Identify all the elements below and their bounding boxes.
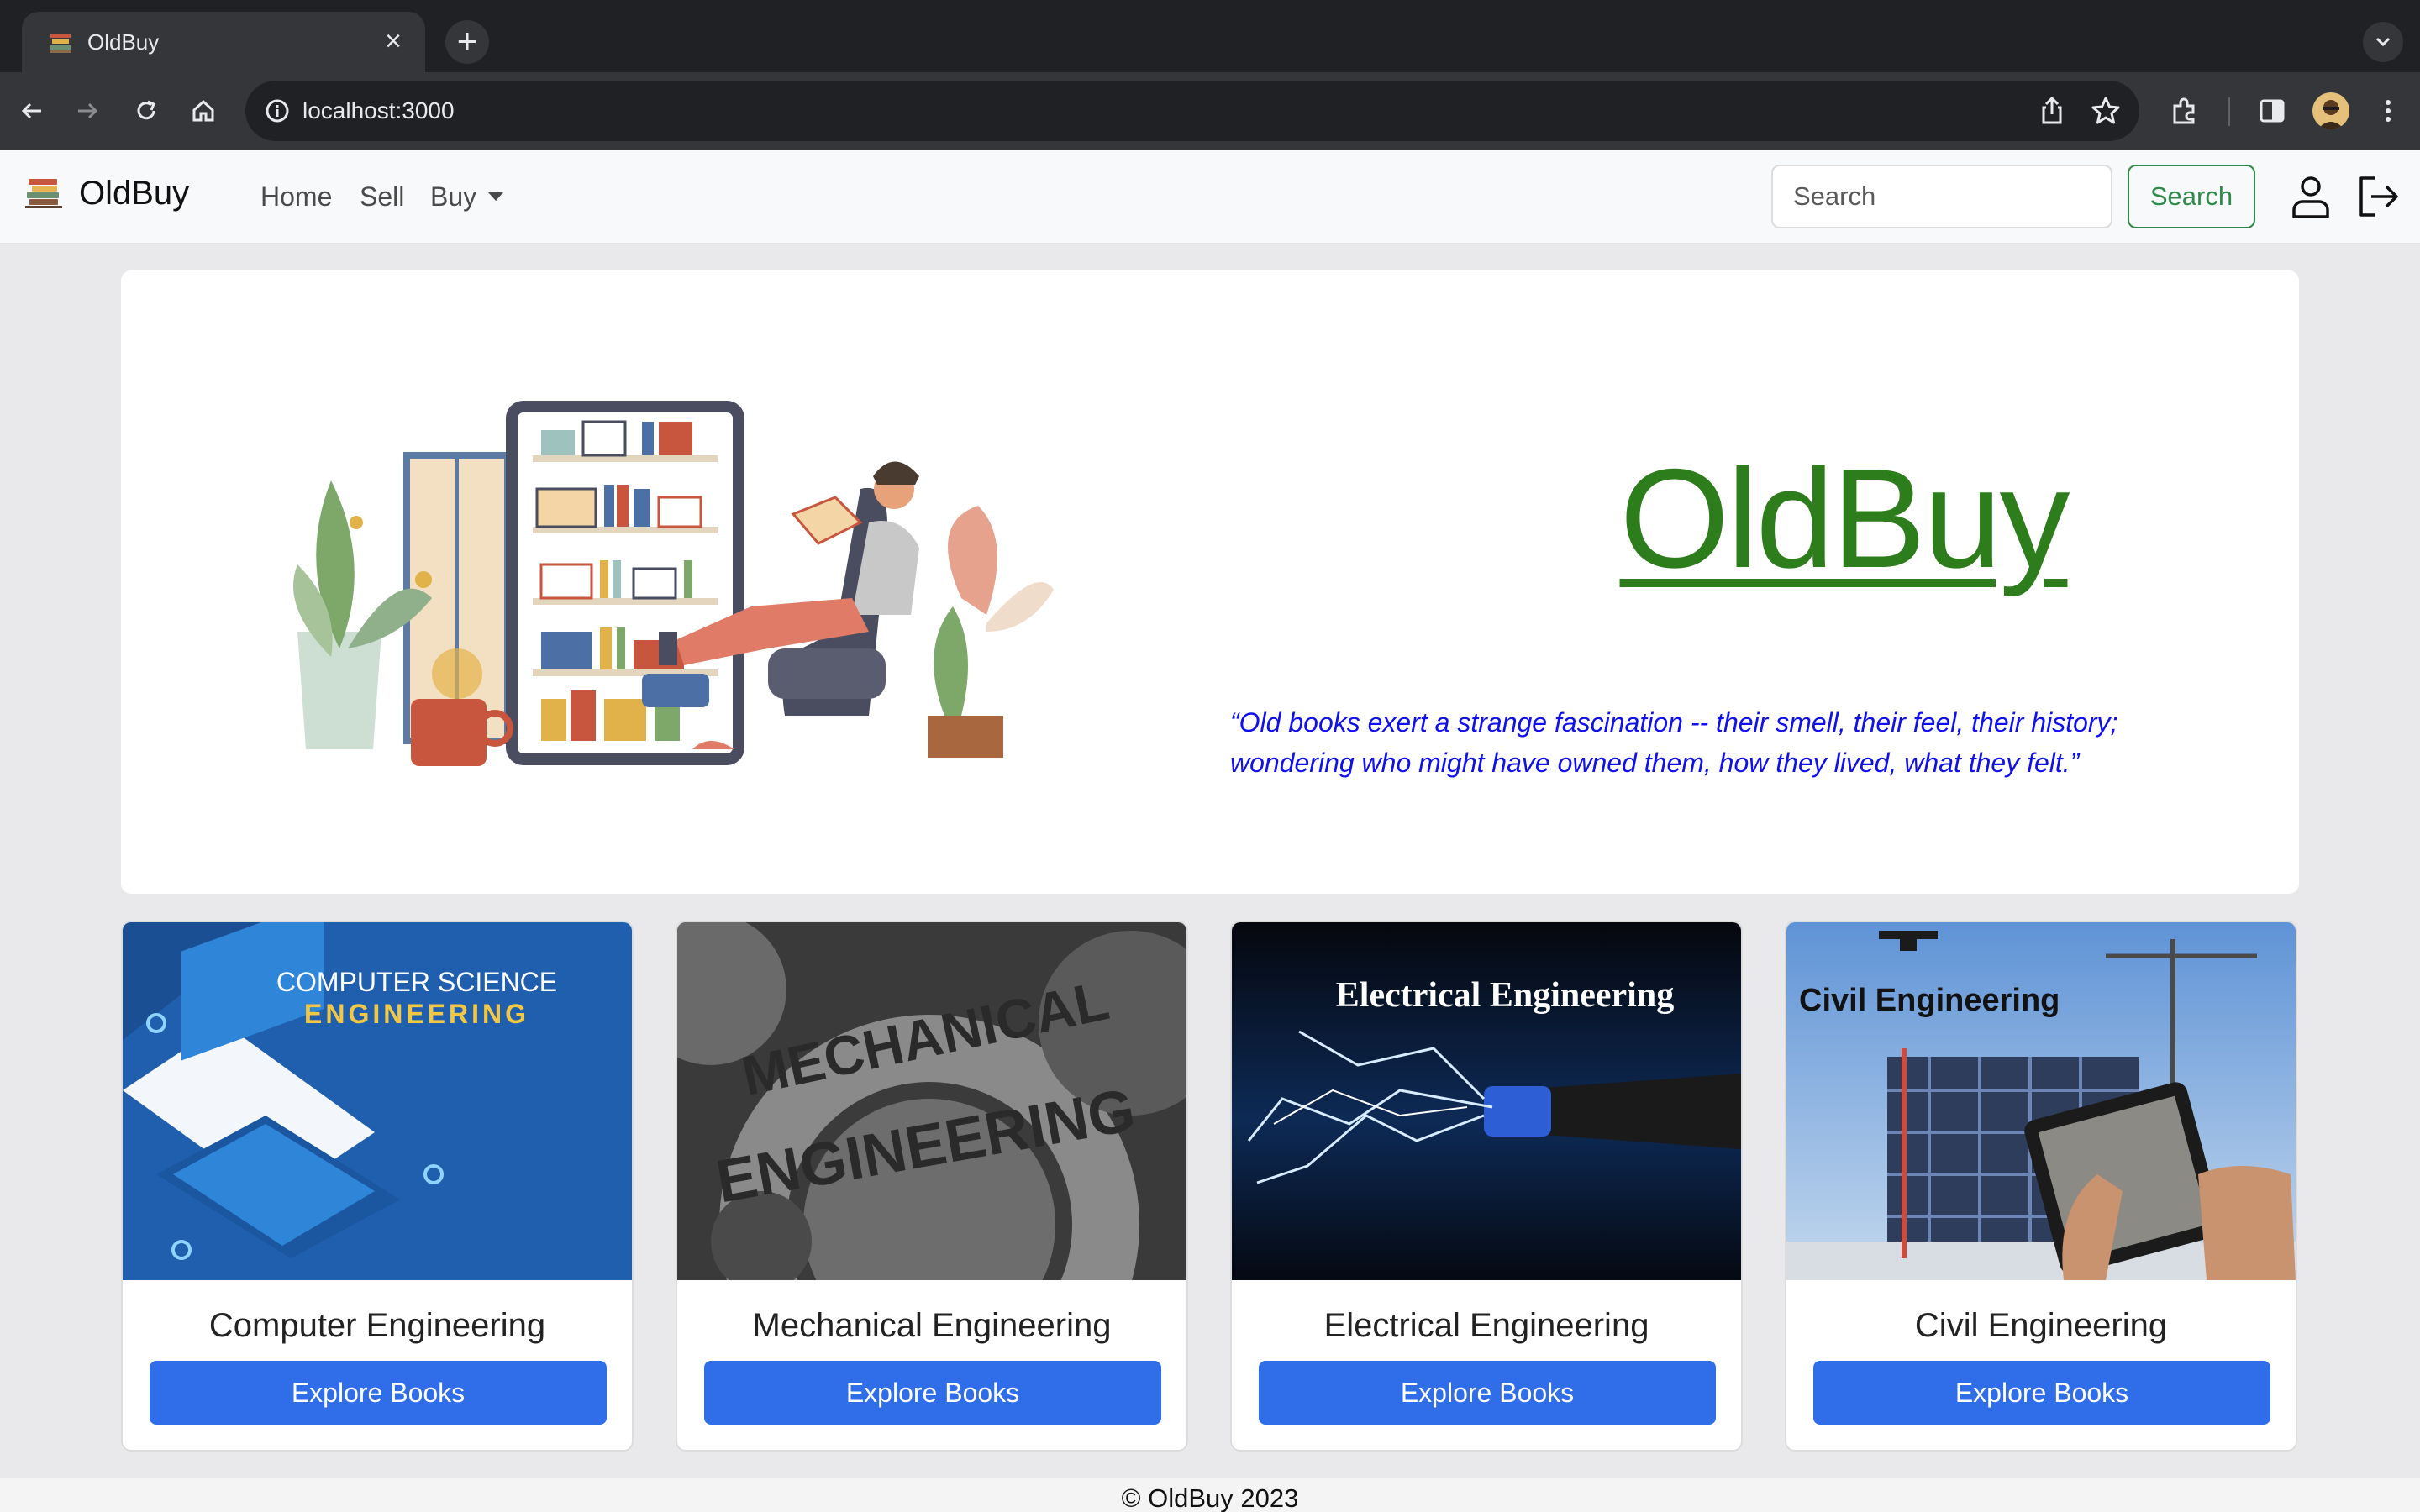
- card-image-text-1: Civil Engineering: [1799, 983, 2060, 1018]
- card-image-text-2: ENGINEERING: [304, 999, 529, 1029]
- caret-down-icon: [488, 192, 504, 201]
- nav-buy-label: Buy: [430, 181, 477, 212]
- toolbar-divider: [2228, 97, 2230, 126]
- books-logo-icon: [25, 179, 62, 208]
- reload-icon[interactable]: [124, 89, 168, 133]
- card-title: Civil Engineering: [1914, 1307, 2168, 1344]
- home-icon[interactable]: [182, 89, 225, 133]
- brand-link[interactable]: OldBuy: [25, 173, 189, 213]
- menu-icon[interactable]: [2366, 89, 2410, 133]
- category-card-mechanical: MECHANICAL ENGINEERING Mechanical Engine…: [676, 921, 1188, 1452]
- category-card-civil: Civil Engineering Civil Engineering Expl…: [1785, 921, 2297, 1452]
- back-icon[interactable]: [10, 89, 54, 133]
- info-icon[interactable]: [262, 96, 292, 126]
- card-title: Mechanical Engineering: [752, 1307, 1112, 1344]
- footer-text: © OldBuy 2023: [1121, 1483, 1299, 1512]
- chevron-down-icon: [2375, 37, 2391, 47]
- card-image-text-1: Electrical Engineering: [1336, 976, 1674, 1015]
- category-card-electrical: Electrical Engineering Electrical Engine…: [1230, 921, 1743, 1452]
- user-icon[interactable]: [2286, 171, 2336, 222]
- books-favicon-icon: [50, 34, 71, 53]
- star-icon[interactable]: [2089, 94, 2123, 128]
- tab-title: OldBuy: [87, 29, 160, 55]
- hero-quote: “Old books exert a strange fascination -…: [1230, 707, 2118, 778]
- card-title: Electrical Engineering: [1323, 1307, 1649, 1344]
- category-card-computer: COMPUTER SCIENCE ENGINEERING Computer En…: [121, 921, 634, 1452]
- close-icon[interactable]: ×: [378, 27, 408, 57]
- browser-tabstrip: OldBuy × +: [0, 0, 2420, 72]
- plus-icon[interactable]: +: [445, 20, 489, 64]
- extensions-icon[interactable]: [2163, 89, 2207, 133]
- hero-title: OldBuy: [1619, 439, 2070, 597]
- address-bar[interactable]: localhost:3000: [245, 81, 2139, 141]
- explore-books-button[interactable]: Explore Books: [150, 1361, 607, 1425]
- card-image-text-1: COMPUTER SCIENCE: [276, 967, 557, 997]
- computer-engineering-image: COMPUTER SCIENCE ENGINEERING: [123, 922, 632, 1280]
- site-navbar: OldBuy Home Sell Buy Search: [0, 150, 2420, 244]
- electrical-engineering-image: Electrical Engineering: [1232, 922, 1741, 1280]
- explore-books-button[interactable]: Explore Books: [704, 1361, 1161, 1425]
- search-button[interactable]: Search: [2128, 165, 2255, 228]
- nav-home[interactable]: Home: [260, 180, 332, 213]
- profile-avatar[interactable]: [2312, 92, 2349, 129]
- search-input[interactable]: [1771, 165, 2112, 228]
- explore-books-button[interactable]: Explore Books: [1259, 1361, 1716, 1425]
- card-title: Computer Engineering: [208, 1307, 546, 1344]
- reading-illustration: [293, 401, 1054, 766]
- tab-search-button[interactable]: [2363, 22, 2403, 62]
- sidepanel-icon[interactable]: [2250, 89, 2294, 133]
- nav-sell[interactable]: Sell: [360, 180, 404, 213]
- hero-banner: OldBuy “Old books exert a strange fascin…: [121, 270, 2299, 894]
- brand-name: OldBuy: [79, 175, 190, 212]
- logout-icon[interactable]: [2353, 171, 2403, 222]
- url-text[interactable]: localhost:3000: [302, 96, 455, 126]
- civil-engineering-image: Civil Engineering: [1786, 922, 2296, 1280]
- browser-toolbar: localhost:3000: [0, 72, 2420, 150]
- nav-buy-dropdown[interactable]: Buy: [430, 180, 504, 213]
- forward-icon[interactable]: [66, 89, 109, 133]
- mechanical-engineering-image: MECHANICAL ENGINEERING: [677, 922, 1186, 1280]
- explore-books-button[interactable]: Explore Books: [1813, 1361, 2270, 1425]
- browser-tab[interactable]: OldBuy ×: [22, 12, 425, 72]
- page-footer: © OldBuy 2023: [0, 1478, 2420, 1512]
- share-icon[interactable]: [2035, 94, 2069, 128]
